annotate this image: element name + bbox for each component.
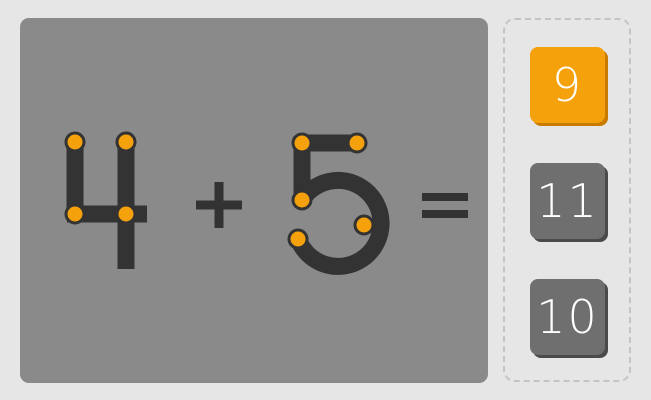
node[interactable]: [115, 203, 137, 225]
node[interactable]: [287, 228, 309, 250]
equation-board: [20, 18, 488, 383]
node[interactable]: [291, 132, 313, 154]
equation-canvas: [64, 131, 468, 275]
answer-label: 9: [551, 58, 584, 112]
node[interactable]: [115, 131, 137, 153]
equals-sign: [422, 193, 468, 218]
node[interactable]: [291, 189, 313, 211]
node[interactable]: [64, 131, 86, 153]
answer-label: 11: [536, 174, 599, 228]
answer-tile-11[interactable]: 11: [530, 163, 605, 239]
digit-four: [66, 136, 147, 269]
game-screen: 9 11 10: [0, 0, 651, 400]
node[interactable]: [346, 132, 368, 154]
node[interactable]: [64, 203, 86, 225]
node[interactable]: [353, 214, 375, 236]
answer-tile-9[interactable]: 9: [530, 47, 605, 123]
plus-sign: [196, 182, 242, 228]
answer-panel: 9 11 10: [503, 18, 631, 382]
answer-tile-10[interactable]: 10: [530, 279, 605, 355]
answer-label: 10: [536, 290, 599, 344]
